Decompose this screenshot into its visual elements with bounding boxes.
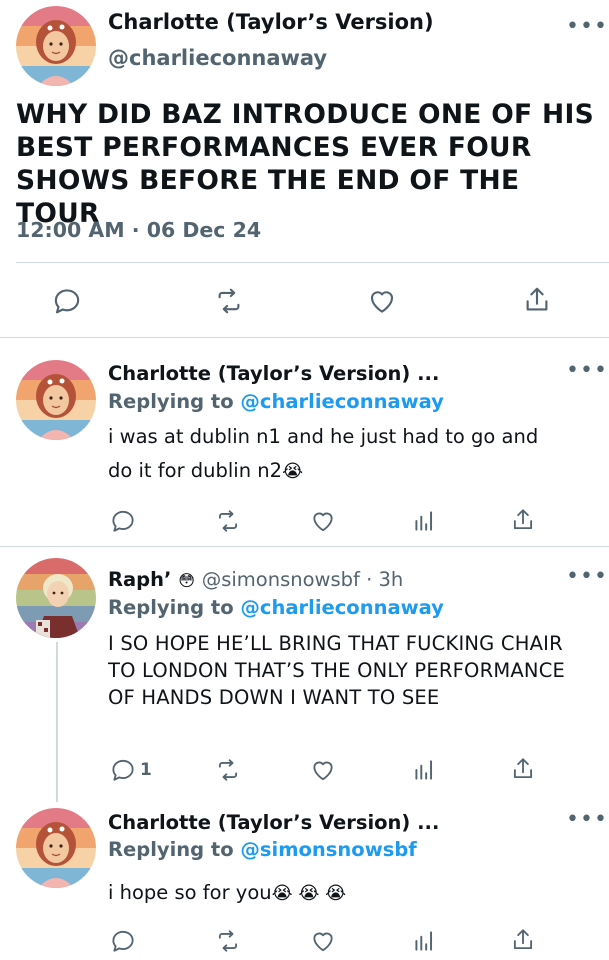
more-options-icon[interactable]: ••• xyxy=(566,16,608,38)
reply-text: i hope so for you😭 😭 😭 xyxy=(108,876,588,911)
stats-icon[interactable] xyxy=(411,508,437,534)
replying-to-label: Replying to xyxy=(108,838,241,861)
author-name[interactable]: Charlotte (Taylor’s Version) xyxy=(108,10,434,34)
reply-icon[interactable] xyxy=(110,928,136,954)
retweet-icon[interactable] xyxy=(214,286,244,316)
stats-icon[interactable] xyxy=(411,757,437,783)
reply-author-name[interactable]: Charlotte (Taylor’s Version) ... xyxy=(108,362,439,385)
like-icon[interactable] xyxy=(367,286,397,316)
avatar-image xyxy=(16,6,96,86)
replying-to: Replying to @charlieconnaway xyxy=(108,596,444,619)
replying-to: Replying to @simonsnowsbf xyxy=(108,838,417,861)
avatar-image xyxy=(16,808,96,888)
flushed-emoji-icon: 😳 xyxy=(178,571,195,590)
divider xyxy=(0,337,609,338)
reply-text: I SO HOPE HE’LL BRING THAT FUCKING CHAIR… xyxy=(108,632,566,709)
retweet-icon[interactable] xyxy=(215,928,241,954)
reply-author-handle[interactable]: @simonsnowsbf · 3h xyxy=(202,568,404,591)
avatar[interactable] xyxy=(16,558,96,638)
divider xyxy=(0,546,609,547)
reply-author: Raph’ 😳 @simonsnowsbf · 3h xyxy=(108,568,403,591)
replying-to-handle[interactable]: @charlieconnaway xyxy=(240,390,443,413)
tweet-text: WHY DID BAZ INTRODUCE ONE OF HIS BEST PE… xyxy=(16,99,595,229)
tweet-timestamp[interactable]: 12:00 AM · 06 Dec 24 xyxy=(16,218,261,242)
reply-text: i was at dublin n1 and he just had to go… xyxy=(108,420,588,489)
reply-icon[interactable] xyxy=(110,757,136,783)
author-handle[interactable]: @charlieconnaway xyxy=(108,46,327,70)
thread-line xyxy=(56,642,58,802)
reply-text-line: do it for dublin n2 xyxy=(108,459,283,482)
retweet-icon[interactable] xyxy=(215,508,241,534)
replying-to: Replying to @charlieconnaway xyxy=(108,390,444,413)
replying-to-label: Replying to xyxy=(108,596,241,619)
more-options-icon[interactable]: ••• xyxy=(566,566,608,588)
like-icon[interactable] xyxy=(310,928,336,954)
reply-count: 1 xyxy=(140,760,152,780)
reply-icon[interactable] xyxy=(110,508,136,534)
like-icon[interactable] xyxy=(310,757,336,783)
avatar-image xyxy=(16,558,96,638)
avatar-image xyxy=(16,360,96,440)
reply-text-line: i hope so for you xyxy=(108,881,272,904)
crying-emoji-icon: 😭 xyxy=(282,461,304,482)
avatar[interactable] xyxy=(16,360,96,440)
stats-icon[interactable] xyxy=(411,928,437,954)
share-icon[interactable] xyxy=(510,927,536,953)
more-options-icon[interactable]: ••• xyxy=(566,360,608,382)
avatar[interactable] xyxy=(16,6,96,86)
replying-to-handle[interactable]: @simonsnowsbf xyxy=(240,838,416,861)
reply-author-name[interactable]: Charlotte (Taylor’s Version) ... xyxy=(108,811,439,834)
like-icon[interactable] xyxy=(310,508,336,534)
retweet-icon[interactable] xyxy=(215,757,241,783)
replying-to-handle[interactable]: @charlieconnaway xyxy=(240,596,443,619)
crying-emoji-icon: 😭 😭 😭 xyxy=(271,883,347,904)
replying-to-label: Replying to xyxy=(108,390,241,413)
share-icon[interactable] xyxy=(522,285,552,315)
reply-author-name[interactable]: Raph’ xyxy=(108,568,171,591)
reply-icon[interactable] xyxy=(52,286,82,316)
divider xyxy=(16,262,609,263)
share-icon[interactable] xyxy=(510,756,536,782)
reply-text-line: i was at dublin n1 and he just had to go… xyxy=(108,425,539,448)
share-icon[interactable] xyxy=(510,507,536,533)
more-options-icon[interactable]: ••• xyxy=(566,809,608,831)
avatar[interactable] xyxy=(16,808,96,888)
